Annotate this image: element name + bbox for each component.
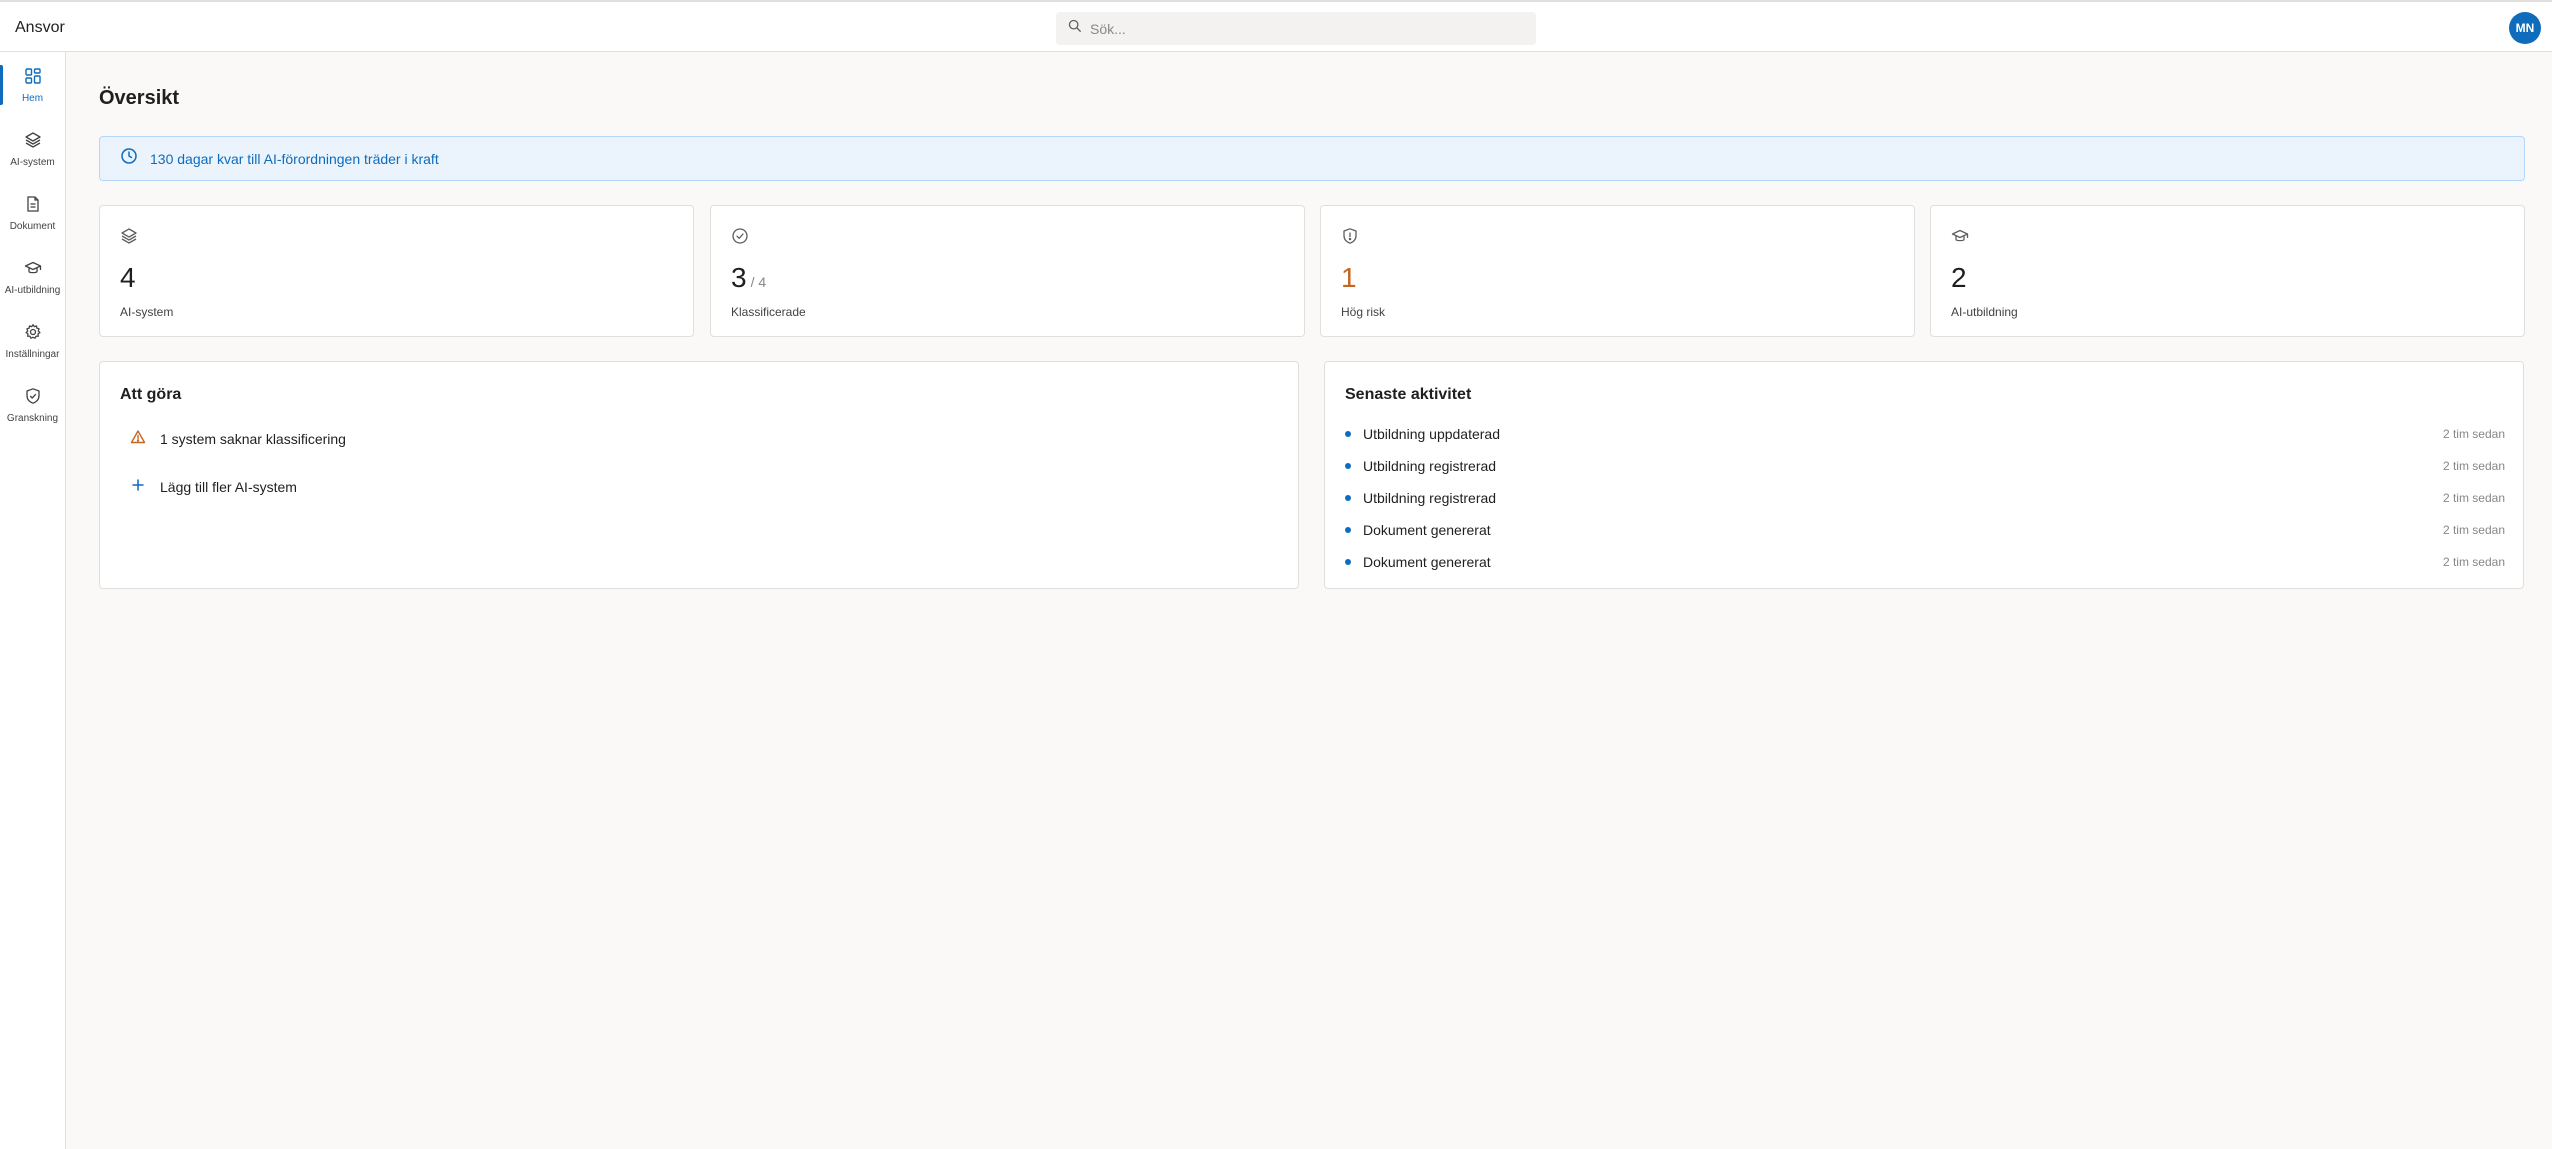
stat-label: AI-utbildning	[1951, 305, 2018, 319]
shield-alert-icon	[1341, 227, 1359, 250]
activity-item[interactable]: Dokument genererat 2 tim sedan	[1345, 552, 2505, 572]
todo-item-add-system[interactable]: Lägg till fler AI-system	[130, 477, 297, 496]
activity-time: 2 tim sedan	[2442, 555, 2505, 569]
activity-dot	[1345, 527, 1351, 533]
activity-item[interactable]: Utbildning uppdaterad 2 tim sedan	[1345, 424, 2505, 444]
sidebar-item-label: AI-utbildning	[4, 284, 61, 296]
sidebar-item-label: Inställningar	[5, 348, 60, 360]
todo-title: Att göra	[120, 386, 182, 403]
shield-check-icon	[24, 387, 42, 410]
stat-value: 3/ 4	[731, 262, 767, 293]
todo-item-classification[interactable]: 1 system saknar klassificering	[130, 429, 346, 448]
activity-text: Utbildning uppdaterad	[1363, 426, 1500, 442]
sidebar-item-hem[interactable]: Hem	[0, 57, 65, 113]
graduation-cap-icon	[1951, 227, 1969, 250]
search-input[interactable]	[1090, 20, 1510, 37]
sidebar-item-label: Granskning	[6, 412, 59, 424]
search-icon	[1068, 19, 1082, 38]
deadline-banner: 130 dagar kvar till AI-förordningen träd…	[99, 136, 2525, 181]
stat-value: 1	[1341, 262, 1357, 293]
activity-dot	[1345, 495, 1351, 501]
avatar[interactable]: MN	[2509, 12, 2541, 44]
check-circle-icon	[731, 227, 749, 250]
activity-item[interactable]: Dokument genererat 2 tim sedan	[1345, 520, 2505, 540]
grid-icon	[24, 67, 42, 90]
todo-item-text: 1 system saknar klassificering	[160, 430, 346, 447]
plus-icon	[130, 477, 146, 496]
sidebar-item-label: Dokument	[9, 220, 56, 232]
activity-dot	[1345, 463, 1351, 469]
banner-text: 130 dagar kvar till AI-förordningen träd…	[150, 150, 439, 167]
activity-time: 2 tim sedan	[2442, 491, 2505, 505]
stat-value: 2	[1951, 262, 1967, 293]
stat-label: Klassificerade	[731, 305, 806, 319]
top-bar: Ansvor MN	[0, 0, 2552, 52]
stat-card-klassificerade[interactable]: 3/ 4 Klassificerade	[710, 205, 1305, 337]
sidebar-item-ai-utbildning[interactable]: AI-utbildning	[0, 249, 65, 305]
clock-icon	[120, 147, 138, 170]
sidebar-item-label: Hem	[21, 92, 44, 104]
layers-icon	[24, 131, 42, 154]
activity-item[interactable]: Utbildning registrerad 2 tim sedan	[1345, 456, 2505, 476]
activity-time: 2 tim sedan	[2442, 523, 2505, 537]
todo-panel: Att göra 1 system saknar klassificering …	[99, 361, 1299, 589]
stat-card-ai-system[interactable]: 4 AI-system	[99, 205, 694, 337]
sidebar-item-dokument[interactable]: Dokument	[0, 185, 65, 241]
sidebar-item-ai-system[interactable]: AI-system	[0, 121, 65, 177]
activity-text: Dokument genererat	[1363, 554, 1491, 570]
activity-dot	[1345, 431, 1351, 437]
activity-dot	[1345, 559, 1351, 565]
activity-text: Utbildning registrerad	[1363, 490, 1497, 506]
warning-icon	[130, 429, 146, 448]
activity-time: 2 tim sedan	[2442, 427, 2505, 441]
sidebar-item-granskning[interactable]: Granskning	[0, 377, 65, 433]
activity-text: Dokument genererat	[1363, 522, 1491, 538]
todo-item-text: Lägg till fler AI-system	[160, 478, 297, 495]
activity-panel: Senaste aktivitet Utbildning uppdaterad …	[1324, 361, 2524, 589]
stat-label: Hög risk	[1341, 305, 1386, 319]
activity-text: Utbildning registrerad	[1363, 458, 1497, 474]
search-box[interactable]	[1056, 12, 1536, 45]
gear-icon	[24, 323, 42, 346]
layers-icon	[120, 227, 138, 250]
sidebar-item-installningar[interactable]: Inställningar	[0, 313, 65, 369]
sidebar-item-label: AI-system	[10, 156, 55, 168]
stat-card-ai-utbildning[interactable]: 2 AI-utbildning	[1930, 205, 2525, 337]
sidebar: Hem AI-system Dokument AI-utbildning Ins…	[0, 52, 66, 1149]
app-title[interactable]: Ansvor	[15, 19, 65, 37]
activity-title: Senaste aktivitet	[1345, 386, 1472, 403]
stat-label: AI-system	[120, 305, 174, 319]
page-title: Översikt	[99, 87, 180, 109]
activity-item[interactable]: Utbildning registrerad 2 tim sedan	[1345, 488, 2505, 508]
stat-card-hog-risk[interactable]: 1 Hög risk	[1320, 205, 1915, 337]
graduation-cap-icon	[24, 259, 42, 282]
stat-total: / 4	[750, 274, 767, 290]
stat-value: 4	[120, 262, 136, 293]
activity-time: 2 tim sedan	[2442, 459, 2505, 473]
document-icon	[24, 195, 42, 218]
